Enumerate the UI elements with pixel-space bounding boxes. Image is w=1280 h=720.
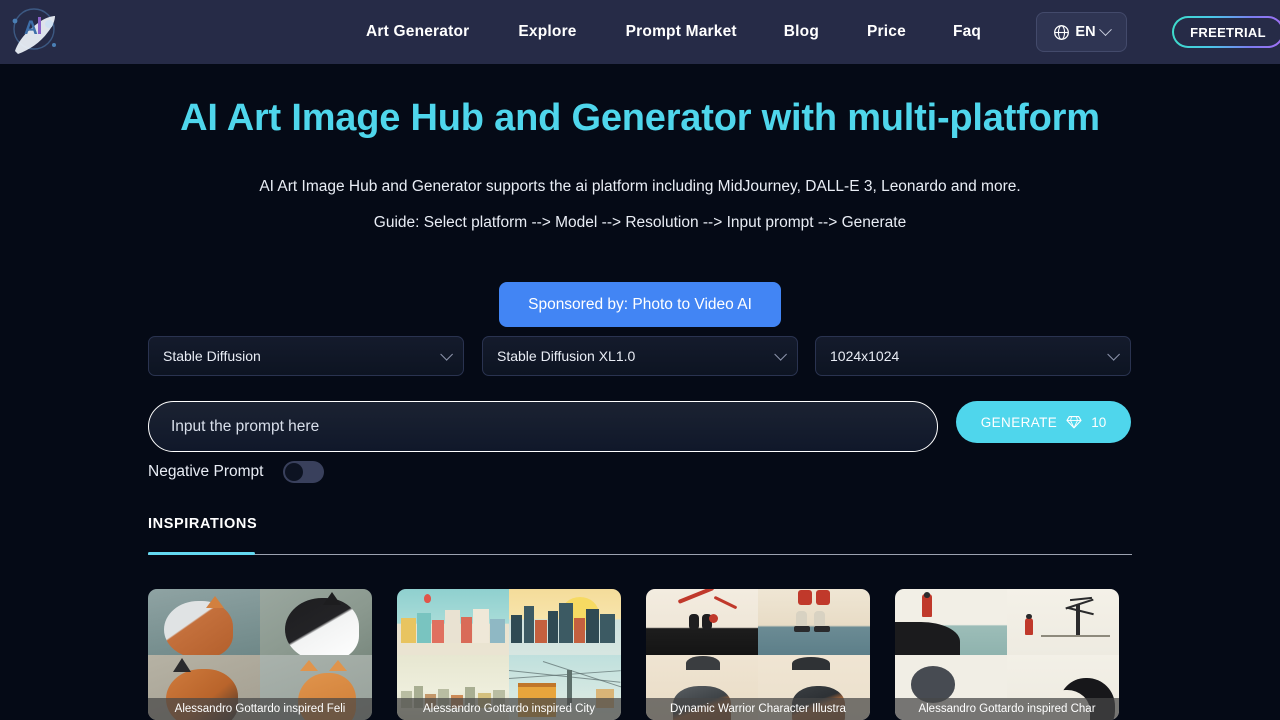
inspirations-card-list: Alessandro Gottardo inspired Feli Alessa… bbox=[148, 589, 1132, 720]
free-trial-label: FREETRIAL bbox=[1190, 24, 1266, 40]
card-image-tile bbox=[148, 589, 260, 655]
negative-prompt-label: Negative Prompt bbox=[148, 463, 264, 480]
card-image-tile bbox=[509, 589, 621, 655]
nav-item-faq[interactable]: Faq bbox=[953, 17, 981, 47]
card-caption: Alessandro Gottardo inspired City bbox=[397, 698, 621, 720]
card-image-tile bbox=[1007, 589, 1119, 655]
rocket-logo-icon: A bbox=[12, 8, 56, 54]
negative-prompt-toggle[interactable] bbox=[283, 461, 325, 483]
resolution-select[interactable]: 1024x1024 bbox=[815, 336, 1131, 376]
inspiration-card[interactable]: Alessandro Gottardo inspired Feli bbox=[148, 589, 372, 720]
language-label: EN bbox=[1075, 24, 1096, 40]
chevron-down-icon bbox=[1098, 22, 1112, 36]
nav-item-blog[interactable]: Blog bbox=[784, 17, 819, 47]
prompt-placeholder: Input the prompt here bbox=[171, 417, 320, 435]
card-image-tile bbox=[260, 589, 372, 655]
hero-subtitle-guide: Guide: Select platform --> Model --> Res… bbox=[373, 214, 907, 231]
site-header: A Art Generator Explore Prompt Market Bl… bbox=[0, 0, 1280, 64]
card-image-tile bbox=[397, 589, 509, 655]
hero-subtitle-platforms: AI Art Image Hub and Generator supports … bbox=[259, 178, 1021, 195]
gem-icon bbox=[1066, 416, 1082, 429]
nav-item-art-generator[interactable]: Art Generator bbox=[366, 17, 469, 47]
svg-text:A: A bbox=[24, 18, 38, 39]
tab-inspirations[interactable]: INSPIRATIONS bbox=[148, 516, 257, 554]
tab-active-underline bbox=[148, 552, 255, 555]
inspirations-tabs: INSPIRATIONS bbox=[148, 515, 1132, 555]
chevron-down-icon bbox=[440, 347, 453, 361]
card-image-tile bbox=[646, 589, 758, 655]
nav-item-explore[interactable]: Explore bbox=[518, 17, 576, 47]
platform-select-value: Stable Diffusion bbox=[163, 348, 261, 364]
generate-cost: 10 bbox=[1091, 414, 1107, 430]
resolution-select-value: 1024x1024 bbox=[830, 348, 900, 364]
chevron-down-icon bbox=[774, 347, 787, 361]
tabs-divider bbox=[148, 554, 1132, 555]
nav-item-prompt-market[interactable]: Prompt Market bbox=[626, 17, 737, 47]
page-title: AI Art Image Hub and Generator with mult… bbox=[180, 97, 1100, 139]
model-select-value: Stable Diffusion XL1.0 bbox=[497, 348, 636, 364]
inspiration-card[interactable]: Alessandro Gottardo inspired Char bbox=[895, 589, 1119, 720]
generate-label: GENERATE bbox=[980, 414, 1058, 430]
sponsor-label: Sponsored by: Photo to Video AI bbox=[528, 295, 752, 313]
platform-select[interactable]: Stable Diffusion bbox=[148, 336, 464, 376]
inspiration-card[interactable]: Dynamic Warrior Character Illustra bbox=[646, 589, 870, 720]
chevron-down-icon bbox=[1107, 347, 1120, 361]
card-image-tile bbox=[895, 589, 1007, 655]
globe-icon bbox=[1054, 24, 1070, 40]
sponsor-button[interactable]: Sponsored by: Photo to Video AI bbox=[499, 282, 781, 327]
page-root: A Art Generator Explore Prompt Market Bl… bbox=[0, 0, 1280, 720]
card-caption: Dynamic Warrior Character Illustra bbox=[646, 698, 870, 720]
generate-button[interactable]: GENERATE 10 bbox=[956, 401, 1131, 443]
card-caption: Alessandro Gottardo inspired Feli bbox=[148, 698, 372, 720]
site-logo[interactable]: A bbox=[4, 2, 64, 62]
card-caption: Alessandro Gottardo inspired Char bbox=[895, 698, 1119, 720]
free-trial-inner: FREETRIAL bbox=[1174, 18, 1280, 46]
model-select[interactable]: Stable Diffusion XL1.0 bbox=[482, 336, 798, 376]
prompt-input[interactable]: Input the prompt here bbox=[148, 401, 938, 452]
free-trial-button[interactable]: FREETRIAL bbox=[1172, 16, 1280, 48]
inspiration-card[interactable]: Alessandro Gottardo inspired City bbox=[397, 589, 621, 720]
toggle-knob bbox=[285, 463, 304, 481]
negative-prompt-row: Negative Prompt bbox=[148, 461, 325, 483]
language-selector[interactable]: EN bbox=[1036, 12, 1127, 52]
main-nav: Art Generator Explore Prompt Market Blog… bbox=[366, 0, 981, 64]
nav-item-price[interactable]: Price bbox=[867, 17, 906, 47]
card-image-tile bbox=[758, 589, 870, 655]
